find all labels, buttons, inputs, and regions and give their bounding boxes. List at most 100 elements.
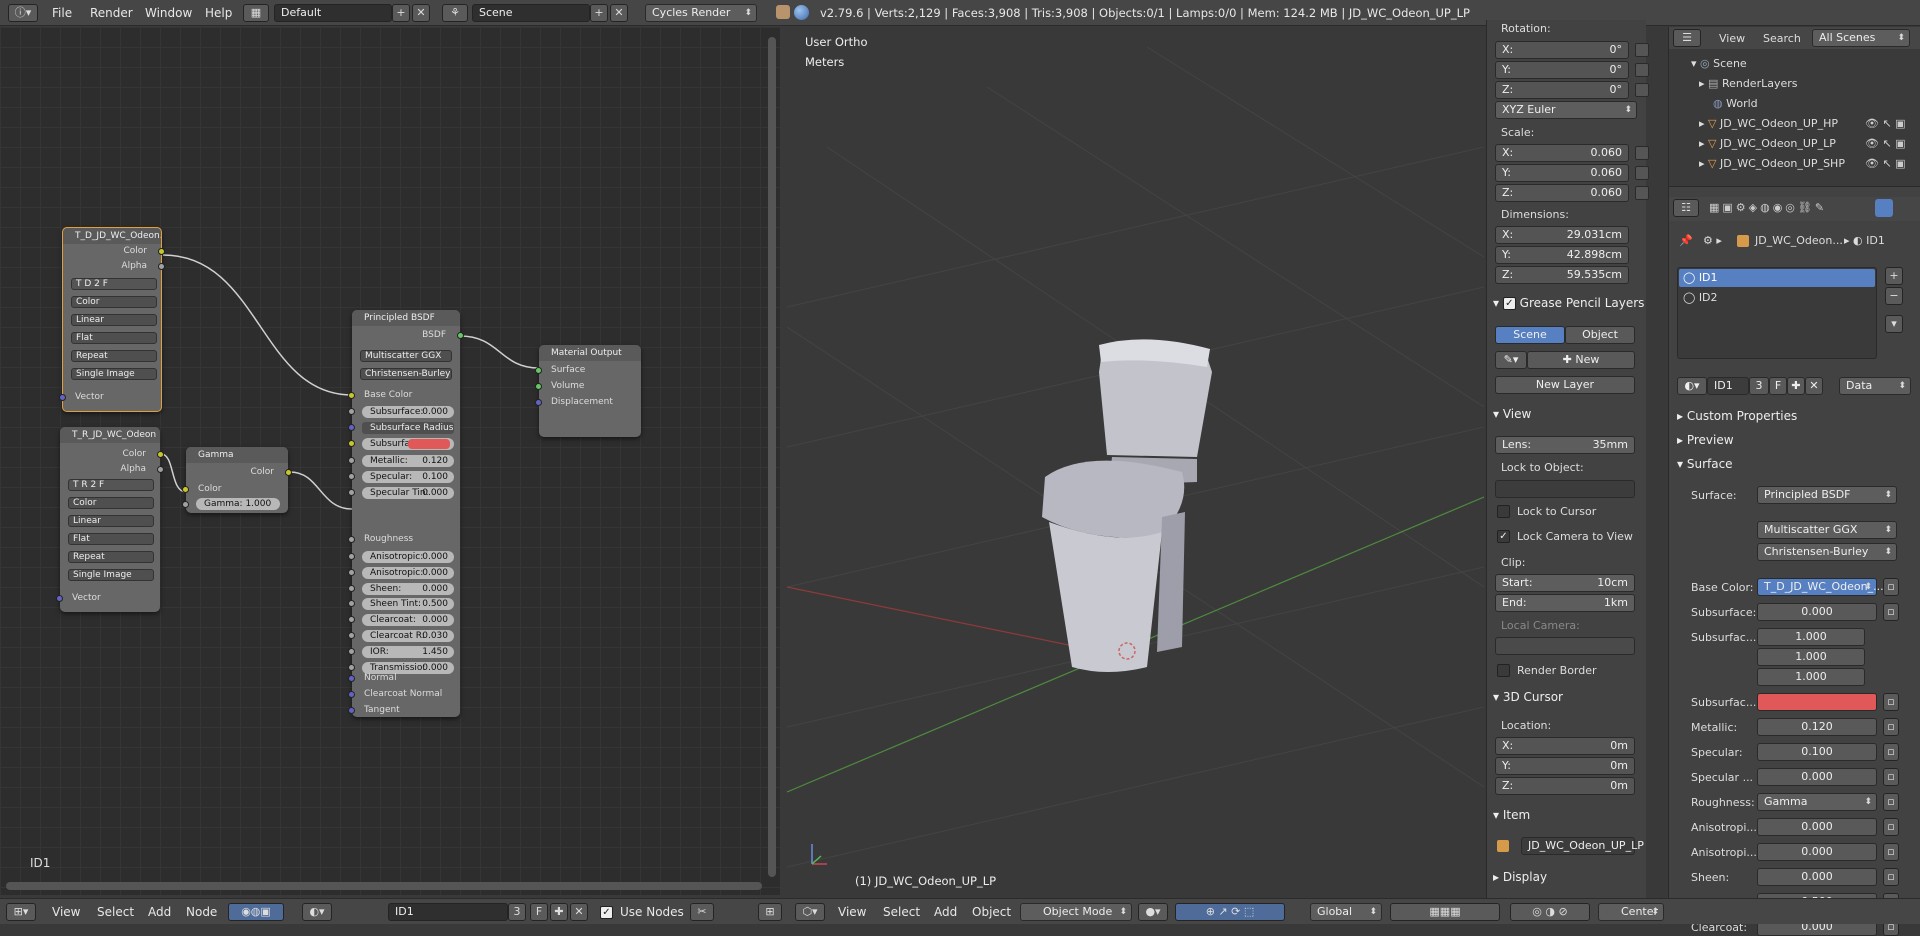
projection-select[interactable]: Flat <box>68 533 154 545</box>
bsdf-input-socket[interactable] <box>348 489 355 496</box>
local-camera-field[interactable] <box>1495 637 1635 655</box>
properties-editor-icon[interactable]: ☷ <box>1673 199 1699 217</box>
layer-buttons[interactable]: ▦▦▦ <box>1390 903 1500 921</box>
outliner-editor-icon[interactable]: ☰ <box>1673 29 1701 47</box>
link-socket-icon[interactable]: ▫ <box>1883 743 1899 761</box>
lock-scale-z-icon[interactable] <box>1635 186 1649 200</box>
bsdf-slider-b-4[interactable]: Clearcoat: 0.000 <box>362 614 454 627</box>
scene-field[interactable]: Scene <box>472 4 590 22</box>
gp-object-tab[interactable]: Object <box>1565 326 1635 344</box>
fake-user-toggle[interactable]: F <box>1769 377 1787 395</box>
color-output-socket[interactable] <box>157 451 164 458</box>
surface-shader-select[interactable]: Principled BSDF <box>1757 486 1897 504</box>
item-name-field[interactable]: JD_WC_Odeon_UP_LP <box>1521 837 1644 855</box>
display-panel-header[interactable]: ▸ Display <box>1493 870 1547 884</box>
3d-cursor-panel-header[interactable]: ▾ 3D Cursor <box>1493 690 1563 704</box>
render-engine-select[interactable]: Cycles Render <box>645 4 757 22</box>
screen-layout-field[interactable]: Default <box>274 4 392 22</box>
color-space-select[interactable]: Color <box>71 296 157 308</box>
node-menu-node[interactable]: Node <box>186 903 217 921</box>
subsurface-field[interactable]: 0.000 <box>1757 603 1877 621</box>
sheen-field[interactable]: 0.000 <box>1757 868 1877 886</box>
scene-icon[interactable]: ⚘ <box>442 4 468 22</box>
displacement-socket[interactable] <box>535 399 542 406</box>
link-socket-icon[interactable]: ▫ <box>1883 843 1899 861</box>
bsdf-slider-b-6[interactable]: IOR: 1.450 <box>362 645 454 658</box>
surface-panel-header[interactable]: ▾ Surface <box>1677 457 1733 471</box>
color-output-socket[interactable] <box>285 469 292 476</box>
extension-select[interactable]: Repeat <box>71 350 157 362</box>
subsurface-radius-field[interactable]: 1.000 <box>1757 668 1865 686</box>
add-scene-button[interactable]: + <box>590 4 608 22</box>
gp-brush-icon[interactable]: ✎▾ <box>1495 351 1527 369</box>
bsdf-input-socket[interactable] <box>348 424 355 432</box>
3d-viewport[interactable]: User Ortho Meters (1) JD_WC_Odeon_UP_LP <box>787 27 1484 895</box>
bsdf-slider-1[interactable]: Subsurface Radius <box>362 422 454 435</box>
clip-start-field[interactable]: Start: 10cm <box>1495 574 1635 592</box>
image-texture-node-diffuse[interactable]: T_D_JD_WC_Odeon... Color Alpha T D 2 F C… <box>59 227 165 412</box>
bsdf-slider-5[interactable]: Specular Tin: 0.000 <box>362 487 454 499</box>
menu-render[interactable]: Render <box>90 4 133 22</box>
lock-to-cursor-checkbox[interactable] <box>1497 505 1510 518</box>
vector-input-socket[interactable] <box>56 595 63 602</box>
add-slot-button[interactable]: + <box>1885 267 1903 285</box>
image-datablock[interactable]: T D 2 F <box>71 278 157 290</box>
interpolation-select[interactable]: Linear <box>68 515 154 527</box>
menu-file[interactable]: File <box>52 4 72 22</box>
bsdf-slider-b-5[interactable]: Clearcoat R: 0.030 <box>362 630 454 642</box>
lens-field[interactable]: Lens: 35mm <box>1495 436 1635 454</box>
viewport-editor-icon[interactable]: ⬡▾ <box>795 903 825 921</box>
extension-select[interactable]: Repeat <box>68 551 154 563</box>
link-socket-icon[interactable]: ▫ <box>1883 793 1899 811</box>
node-menu-add[interactable]: Add <box>148 903 171 921</box>
shader-type-icons[interactable]: ◉◍▣ <box>228 903 284 921</box>
outliner[interactable]: ☰ View Search All Scenes ▾ ◎ Scene ▸ ▤ R… <box>1669 27 1920 187</box>
dimension-y-field[interactable]: Y: 42.898cm <box>1495 246 1629 264</box>
visibility-eye-icon[interactable]: 👁 ↖ ▣ <box>1865 117 1906 130</box>
subsurface-method-select[interactable]: Christensen-Burley <box>1757 543 1897 561</box>
clearcoat-normal-socket[interactable] <box>348 691 355 698</box>
pin-icon[interactable]: 📌 <box>1679 234 1693 247</box>
layout-icon[interactable]: ▦ <box>243 4 269 22</box>
vertical-scrollbar[interactable] <box>768 37 776 877</box>
volume-socket[interactable] <box>535 383 542 390</box>
remove-layout-button[interactable]: ✕ <box>412 4 430 22</box>
unlink-icon[interactable]: ✕ <box>570 903 588 921</box>
bsdf-input-socket[interactable] <box>348 553 355 560</box>
use-nodes-checkbox[interactable]: ✓ <box>600 906 613 919</box>
bsdf-slider-b-3[interactable]: Sheen Tint: 0.500 <box>362 598 454 611</box>
image-datablock[interactable]: T R 2 F <box>68 479 154 491</box>
bsdf-input-socket[interactable] <box>348 584 355 592</box>
interaction-mode-select[interactable]: Object Mode <box>1020 903 1132 921</box>
rotation-z-field[interactable]: Z: 0° <box>1495 81 1629 99</box>
scale-x-field[interactable]: X: 0.060 <box>1495 144 1629 162</box>
anisotropic-field[interactable]: 0.000 <box>1757 818 1877 836</box>
bsdf-input-socket[interactable] <box>348 568 355 576</box>
bsdf-input-socket[interactable] <box>348 440 355 448</box>
outliner-item-renderlayers[interactable]: ▸ ▤ RenderLayers <box>1699 77 1798 90</box>
bsdf-input-socket[interactable] <box>348 456 355 464</box>
rotation-x-field[interactable]: X: 0° <box>1495 41 1629 59</box>
link-socket-icon[interactable]: ▫ <box>1883 693 1899 711</box>
menu-window[interactable]: Window <box>145 4 192 22</box>
dimension-x-field[interactable]: X: 29.031cm <box>1495 226 1629 244</box>
projection-select[interactable]: Flat <box>71 332 157 344</box>
info-editor-icon[interactable]: ⓘ▾ <box>8 4 38 22</box>
material-browse-icon[interactable]: ◐▾ <box>1677 377 1707 395</box>
orientation-select[interactable]: Global <box>1310 903 1382 921</box>
grease-pencil-panel-header[interactable]: ▾ ✓ Grease Pencil Layers <box>1493 296 1644 310</box>
subsurface-radius-field[interactable]: 1.000 <box>1757 648 1865 666</box>
fake-user-button[interactable]: F <box>530 903 548 921</box>
anisotropic-rotation-field[interactable]: 0.000 <box>1757 843 1877 861</box>
render-preview-icons[interactable]: ◎ ◑ ⊘ <box>1510 903 1590 921</box>
visibility-eye-icon[interactable]: 👁 ↖ ▣ <box>1865 137 1906 150</box>
color-input-socket[interactable] <box>182 486 189 493</box>
outliner-item-hp[interactable]: ▸ ▽ JD_WC_Odeon_UP_HP <box>1699 117 1838 130</box>
node-menu-view[interactable]: View <box>52 903 80 921</box>
cursor-y-field[interactable]: Y: 0m <box>1495 757 1635 775</box>
view-panel-header[interactable]: ▾ View <box>1493 407 1531 421</box>
metallic-field[interactable]: 0.120 <box>1757 718 1877 736</box>
viewport-menu-view[interactable]: View <box>838 903 866 921</box>
base-color-socket[interactable] <box>348 392 355 399</box>
outliner-item-world[interactable]: ◍ World <box>1713 97 1758 110</box>
